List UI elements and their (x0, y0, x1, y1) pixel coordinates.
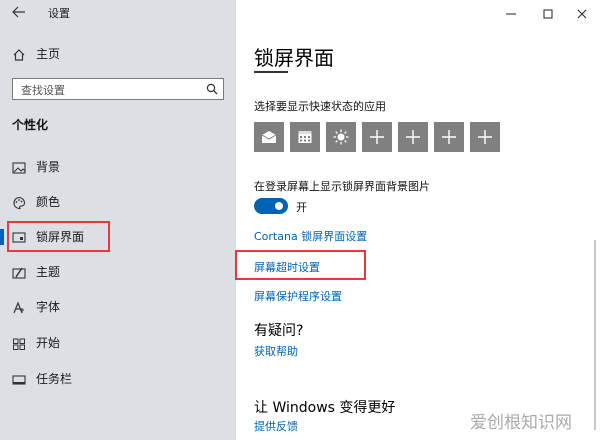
sidebar: 设置 主页 查找设置 个性化 背景 颜色 锁屏界面 主题 字体 开始 任务栏 (0, 0, 236, 440)
main-panel: 锁屏界面 选择要显示快速状态的应用 在登录屏幕上显示锁屏界面背景图片 开 Cor… (235, 0, 600, 440)
bg-toggle-switch[interactable] (254, 198, 288, 214)
back-arrow-icon[interactable] (12, 6, 26, 18)
scrollbar[interactable] (594, 240, 596, 430)
sidebar-item-start[interactable]: 开始 (0, 329, 236, 357)
highlight-box-timeout (235, 250, 366, 280)
taskbar-icon (12, 372, 28, 388)
quick-status-add-tile[interactable] (398, 122, 428, 152)
quick-status-add-tile[interactable] (434, 122, 464, 152)
toggle-knob (275, 202, 283, 210)
sidebar-item-theme[interactable]: 主题 (0, 258, 236, 286)
sidebar-item-taskbar[interactable]: 任务栏 (0, 365, 236, 393)
search-icon[interactable] (206, 83, 218, 95)
question-heading: 有疑问? (254, 323, 304, 339)
sidebar-item-label: 颜色 (36, 195, 61, 209)
quick-status-calendar-tile[interactable] (290, 122, 320, 152)
screensaver-settings-link[interactable]: 屏幕保护程序设置 (254, 290, 342, 304)
search-box[interactable]: 查找设置 (12, 78, 224, 100)
sidebar-item-background[interactable]: 背景 (0, 153, 236, 181)
close-icon[interactable] (574, 6, 590, 20)
picture-icon (12, 160, 28, 176)
sidebar-item-label: 主题 (36, 265, 61, 279)
sidebar-item-label: 字体 (36, 300, 61, 314)
quick-status-weather-tile[interactable] (326, 122, 356, 152)
quick-status-label: 选择要显示快速状态的应用 (254, 100, 386, 113)
search-input[interactable]: 查找设置 (21, 82, 65, 98)
cortana-lock-settings-link[interactable]: Cortana 锁屏界面设置 (254, 230, 367, 244)
sidebar-item-label: 背景 (36, 160, 61, 174)
font-icon (12, 300, 28, 316)
feedback-link[interactable]: 提供反馈 (254, 420, 298, 434)
highlight-box-lock-screen (7, 221, 110, 252)
selected-indicator (0, 229, 4, 245)
sidebar-home-label: 主页 (36, 47, 61, 61)
quick-status-add-tile[interactable] (362, 122, 392, 152)
title-underline (254, 71, 288, 73)
section-heading: 个性化 (12, 118, 49, 132)
sidebar-item-home[interactable]: 主页 (0, 40, 236, 68)
quick-status-mail-tile[interactable] (254, 122, 284, 152)
sidebar-item-label: 开始 (36, 336, 61, 350)
improve-windows-heading: 让 Windows 变得更好 (254, 400, 396, 416)
sidebar-item-color[interactable]: 颜色 (0, 188, 236, 216)
palette-icon (12, 195, 28, 211)
sidebar-item-font[interactable]: 字体 (0, 293, 236, 321)
minimize-icon[interactable] (503, 6, 519, 20)
get-help-link[interactable]: 获取帮助 (254, 345, 298, 359)
maximize-icon[interactable] (540, 6, 556, 20)
bg-toggle-label: 在登录屏幕上显示锁屏界面背景图片 (254, 180, 430, 193)
toggle-state-label: 开 (296, 201, 307, 214)
theme-brush-icon (12, 265, 28, 281)
start-grid-icon (12, 336, 28, 352)
watermark-text: 爱创根知识网 (470, 413, 572, 433)
window-title: 设置 (48, 7, 70, 20)
page-title: 锁屏界面 (254, 46, 334, 70)
quick-status-add-tile[interactable] (470, 122, 500, 152)
sidebar-item-label: 任务栏 (36, 372, 73, 386)
home-icon (12, 47, 28, 63)
